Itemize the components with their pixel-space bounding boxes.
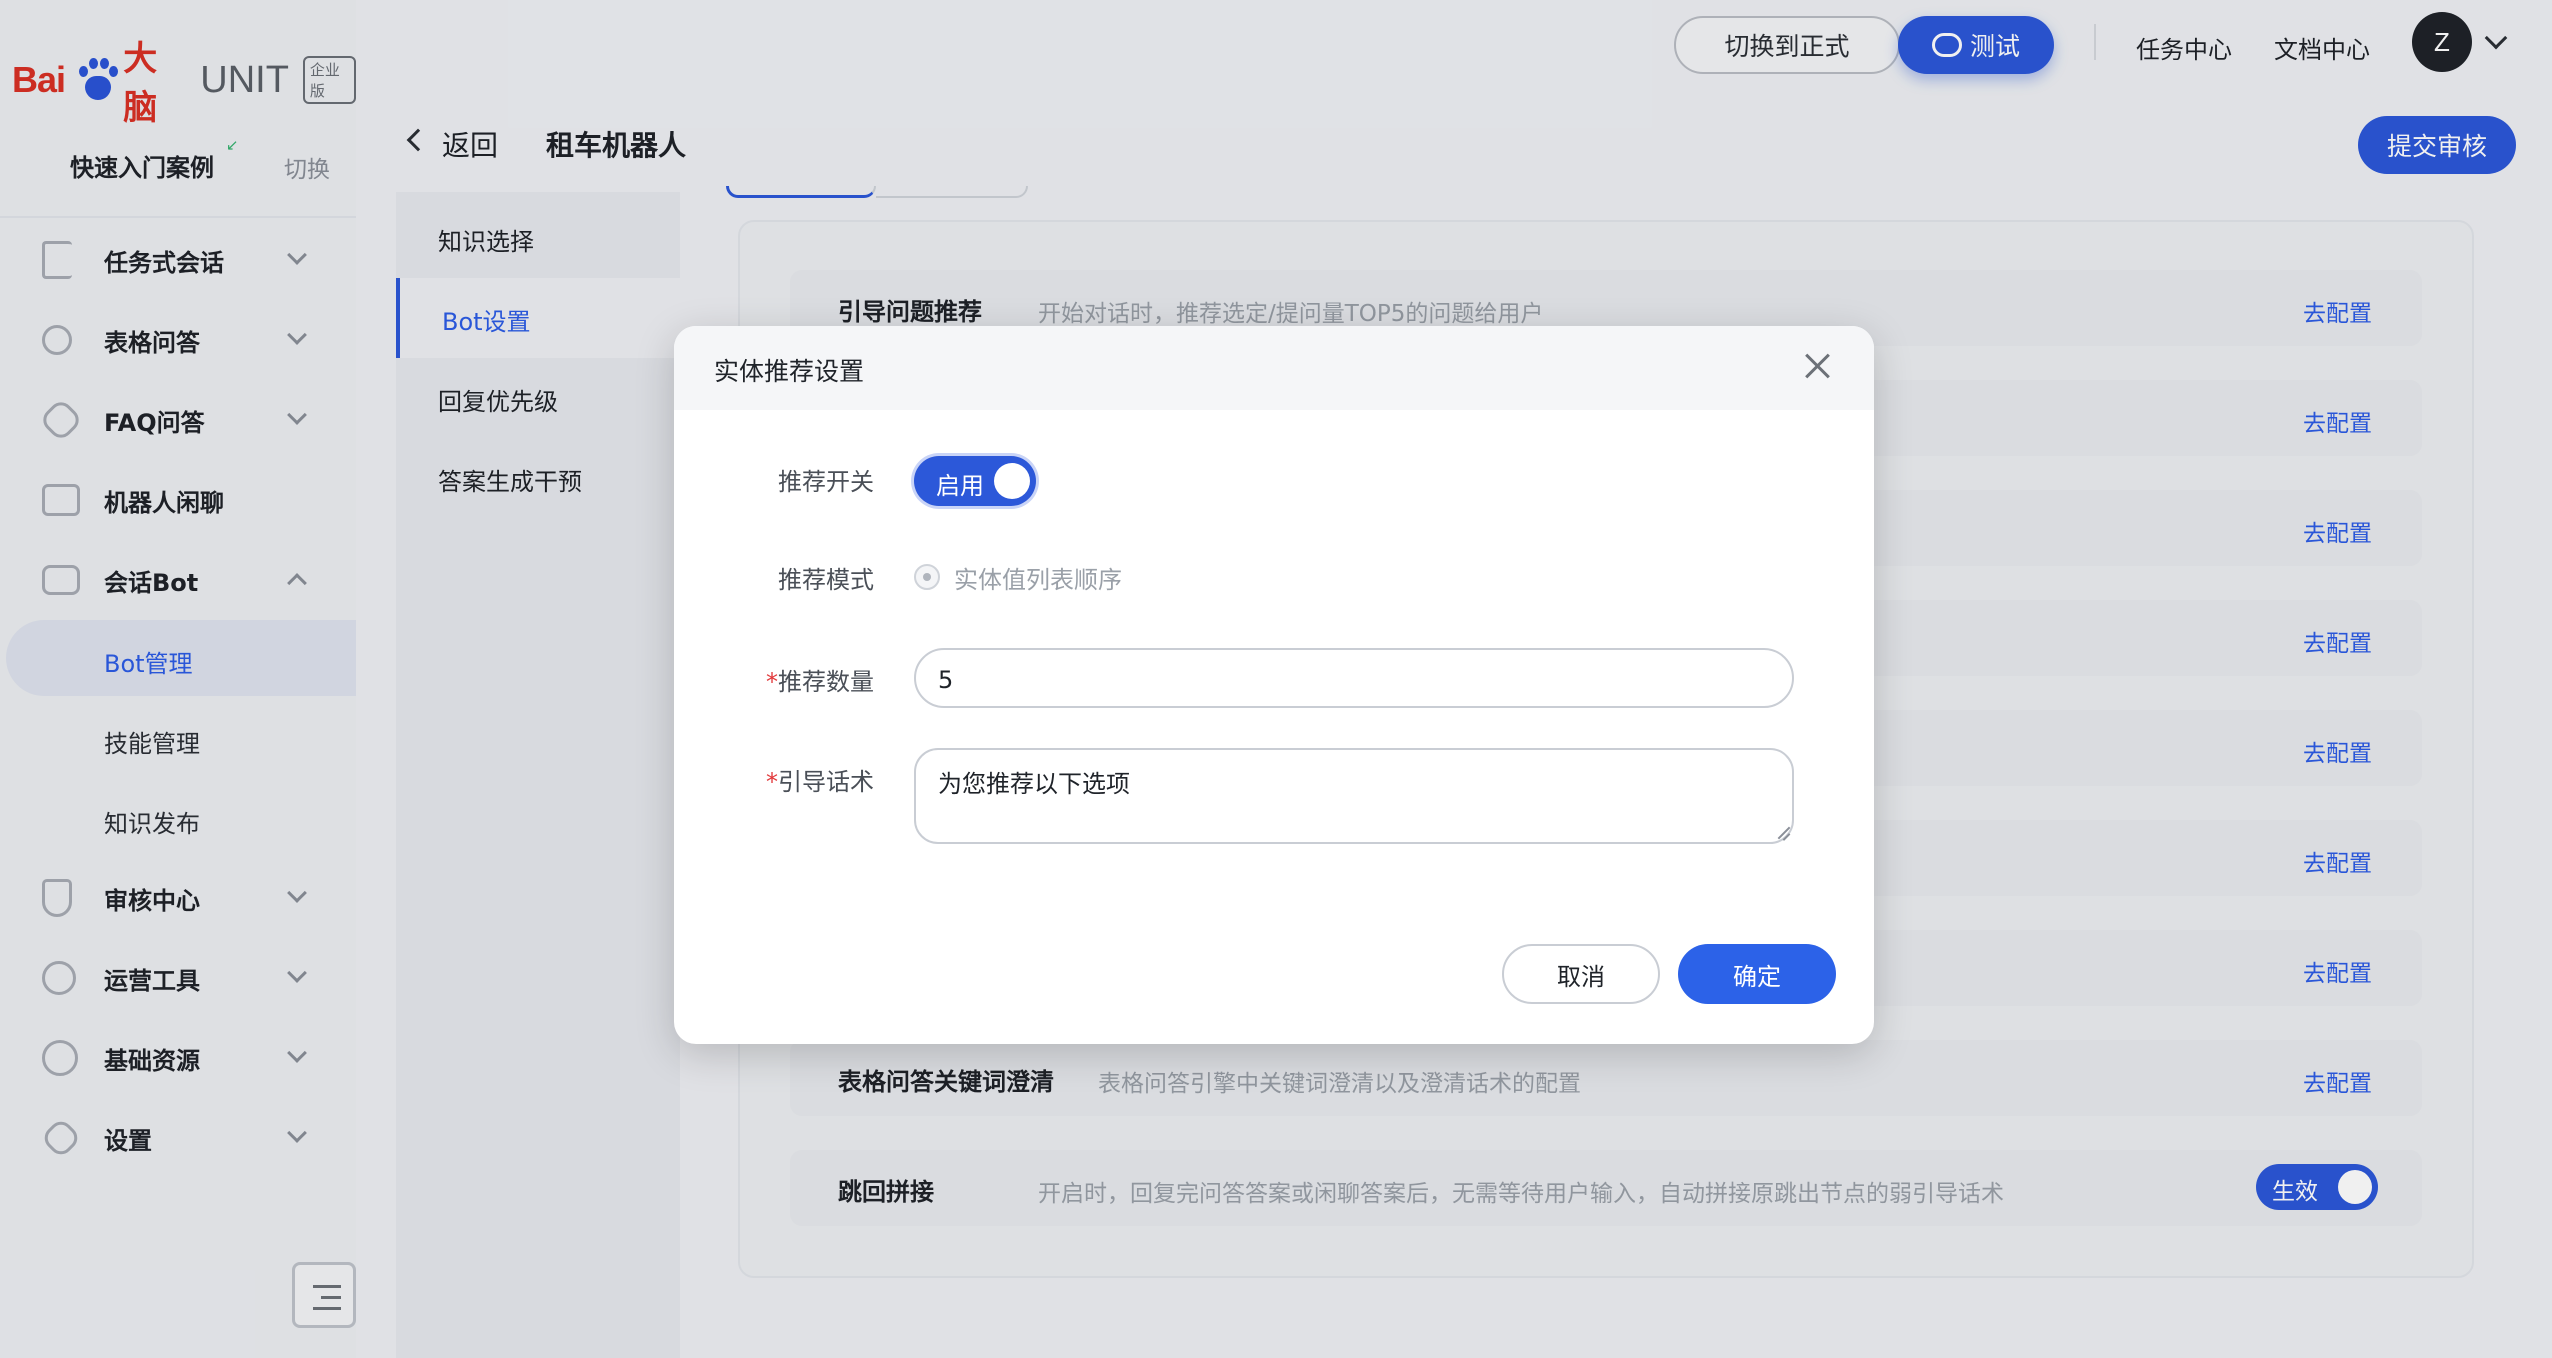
mode-label: 推荐模式	[778, 566, 874, 594]
count-label-text: 推荐数量	[778, 668, 874, 696]
count-label: *推荐数量	[674, 662, 874, 697]
switch-label: 推荐开关	[778, 468, 874, 496]
toggle-label: 启用	[936, 472, 984, 500]
required-mark: *	[766, 668, 778, 696]
resize-grip-icon[interactable]	[1776, 826, 1791, 841]
guide-text-textarea[interactable]: 为您推荐以下选项	[914, 748, 1794, 844]
dialog-title: 实体推荐设置	[714, 357, 865, 386]
close-icon[interactable]	[1804, 352, 1832, 380]
guide-label: *引导话术	[674, 762, 874, 797]
confirm-button[interactable]: 确定	[1678, 944, 1836, 1004]
recommend-count-input[interactable]: 5	[914, 648, 1794, 708]
required-mark: *	[766, 768, 778, 796]
guide-label-text: 引导话术	[778, 768, 874, 796]
entity-recommend-dialog: 实体推荐设置 推荐开关 启用 推荐模式 实体值列表顺序 *推荐数量 5 *引导话…	[674, 326, 1874, 1044]
toggle-knob	[994, 463, 1030, 499]
mode-radio[interactable]	[914, 564, 940, 590]
cancel-button[interactable]: 取消	[1502, 944, 1660, 1004]
recommend-switch[interactable]: 启用	[914, 456, 1036, 506]
mode-option-label[interactable]: 实体值列表顺序	[954, 560, 1122, 595]
